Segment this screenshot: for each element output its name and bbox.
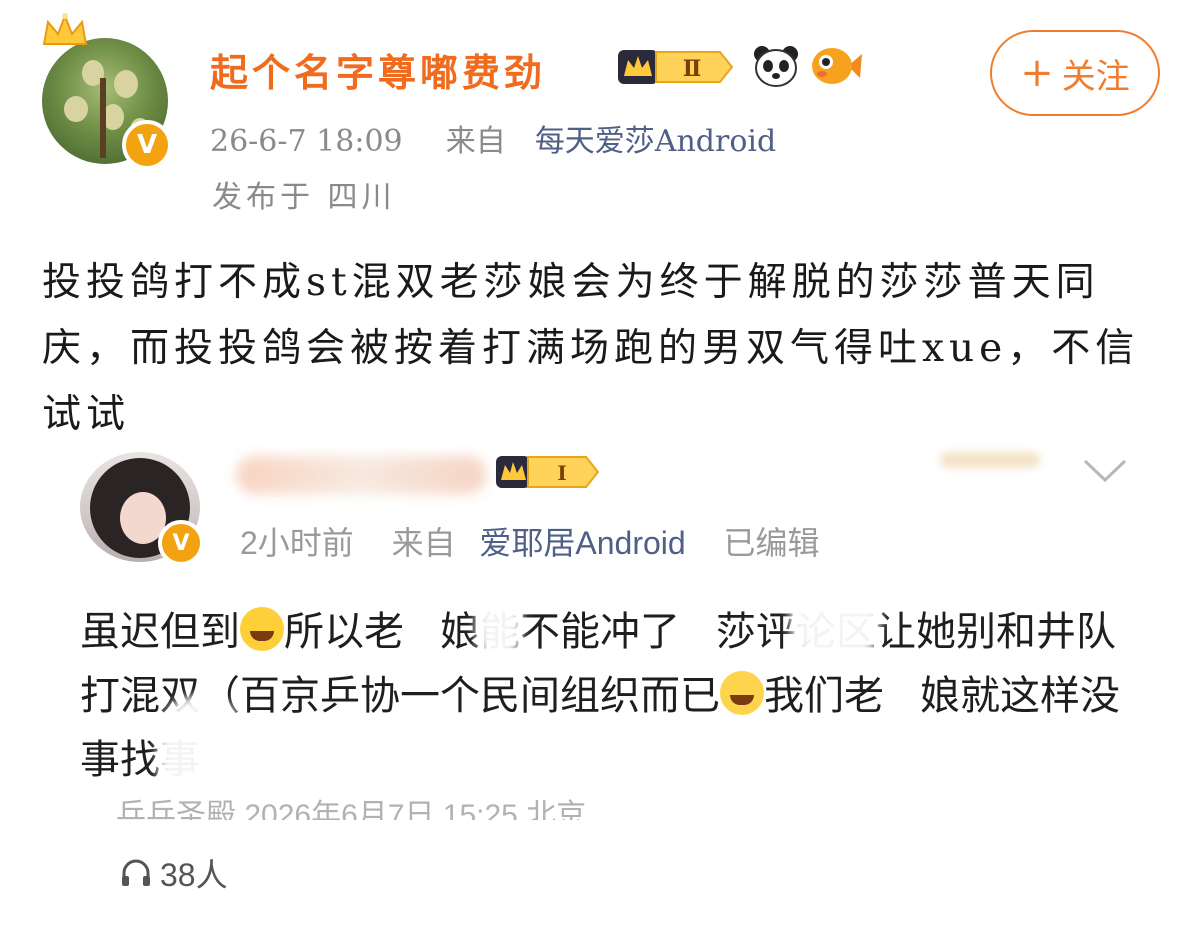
censor-smudge	[476, 590, 522, 660]
source-app-link[interactable]: 爱耶居Android	[479, 525, 685, 561]
cutoff-meta-line: 乒乓圣殿 2026年6月7日 15:25 北京	[116, 799, 587, 820]
source-prefix: 来自	[391, 525, 456, 561]
panda-icon	[754, 46, 798, 87]
comment-time: 2小时前	[240, 525, 354, 561]
post-location: 发布于 四川	[212, 180, 396, 215]
chevron-down-icon[interactable]	[1082, 458, 1128, 484]
laugh-cry-emoji	[240, 607, 284, 651]
listener-count: 38人	[120, 850, 228, 896]
crying-emoji	[720, 671, 764, 715]
blurred-username	[236, 456, 486, 494]
comment-text: 虽迟但到	[80, 609, 240, 655]
post-timestamp: 26-6-7 18:09	[210, 124, 403, 159]
verified-v-icon: V	[158, 520, 204, 566]
verified-v-icon: V	[122, 120, 172, 170]
svg-text:Ⅱ: Ⅱ	[683, 56, 702, 82]
post-meta: 26-6-7 18:09 来自 每天爱莎Android	[210, 116, 776, 160]
follow-button[interactable]: + 关注	[990, 30, 1160, 116]
plus-icon: +	[1020, 50, 1054, 96]
source-app-link[interactable]: 每天爱莎Android	[535, 124, 776, 159]
fish-icon	[812, 48, 862, 84]
crown-icon	[42, 13, 88, 45]
poster-username[interactable]: 起个名字尊嘟费劲	[210, 42, 546, 97]
follow-label: 关注	[1061, 56, 1130, 97]
listener-count-text: 38人	[160, 857, 228, 893]
comment-text: 所以老	[284, 609, 404, 655]
comment-meta: 2小时前 来自 爱耶居Android 已编辑	[240, 518, 820, 564]
blurred-decoration	[940, 452, 1040, 468]
svg-text:Ⅰ: Ⅰ	[557, 461, 566, 485]
comment-text: 我们老	[764, 673, 884, 719]
source-prefix: 来自	[445, 124, 506, 159]
level-badge-icon: Ⅱ	[618, 50, 734, 84]
post-content: 投投鸽打不成st混双老莎娘会为终于解脱的莎莎普天同庆，而投投鸽会被按着打满场跑的…	[42, 260, 1140, 437]
headphones-icon	[122, 859, 150, 886]
level-badge-icon: Ⅰ	[496, 456, 600, 488]
censor-smudge	[790, 566, 880, 666]
edited-label: 已编辑	[723, 525, 820, 561]
